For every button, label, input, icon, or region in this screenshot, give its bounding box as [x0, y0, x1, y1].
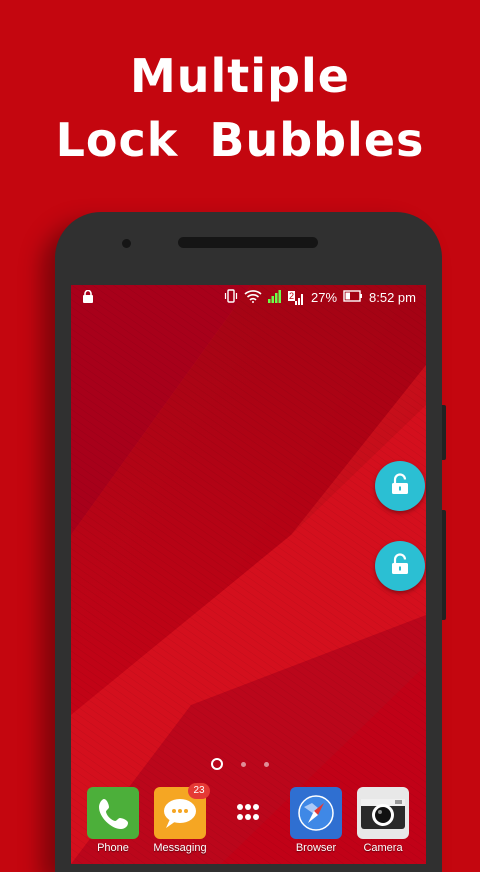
- unlock-icon: [389, 472, 411, 500]
- dock-app-phone[interactable]: Phone: [79, 783, 147, 854]
- page-dot: [241, 761, 246, 767]
- volume-button: [442, 405, 446, 460]
- sim-label: 2: [287, 290, 295, 301]
- page-dot-current: [211, 758, 223, 770]
- app-label: Phone: [97, 842, 129, 854]
- app-label: Camera: [363, 842, 403, 854]
- app-drawer-icon: [222, 787, 274, 839]
- wallpaper: [71, 285, 426, 864]
- phone-icon: [87, 787, 139, 839]
- dock-app-browser[interactable]: Browser: [282, 783, 350, 854]
- camera-icon: [357, 787, 409, 839]
- battery-icon: [343, 290, 363, 305]
- earpiece-speaker: [178, 237, 318, 248]
- headline-line-2: Lock Bubbles: [55, 113, 425, 167]
- lock-bubble-1[interactable]: [375, 461, 425, 511]
- wifi-icon: [244, 289, 262, 306]
- signal-icon-2: 2: [287, 290, 305, 305]
- battery-percent: 27%: [310, 290, 338, 305]
- unread-badge: 23: [188, 783, 210, 799]
- unlock-icon: [389, 552, 411, 580]
- power-button: [442, 510, 446, 620]
- page-indicator: [211, 758, 269, 770]
- front-camera: [122, 239, 131, 248]
- lock-bubble-2[interactable]: [375, 541, 425, 591]
- status-bar: 2 27% 8:52 pm: [71, 285, 426, 309]
- signal-icon-1: [267, 289, 282, 306]
- phone-screen: 2 27% 8:52 pm: [71, 285, 426, 864]
- compass-icon: [290, 787, 342, 839]
- status-time: 8:52 pm: [369, 290, 416, 305]
- vibrate-icon: [224, 289, 238, 306]
- headline-line-1: Multiple: [130, 49, 350, 103]
- app-drawer-button[interactable]: [214, 783, 282, 839]
- dock-app-messaging[interactable]: 23 Messaging: [146, 783, 214, 854]
- app-label: Browser: [295, 842, 337, 854]
- page-dot: [264, 761, 269, 767]
- messaging-icon: 23: [154, 783, 210, 839]
- dock-app-camera[interactable]: Camera: [349, 783, 417, 854]
- app-label: Messaging: [153, 842, 207, 854]
- lock-status-icon: [82, 289, 94, 306]
- app-dock: Phone 23 Messaging Browser Camera: [0, 783, 480, 864]
